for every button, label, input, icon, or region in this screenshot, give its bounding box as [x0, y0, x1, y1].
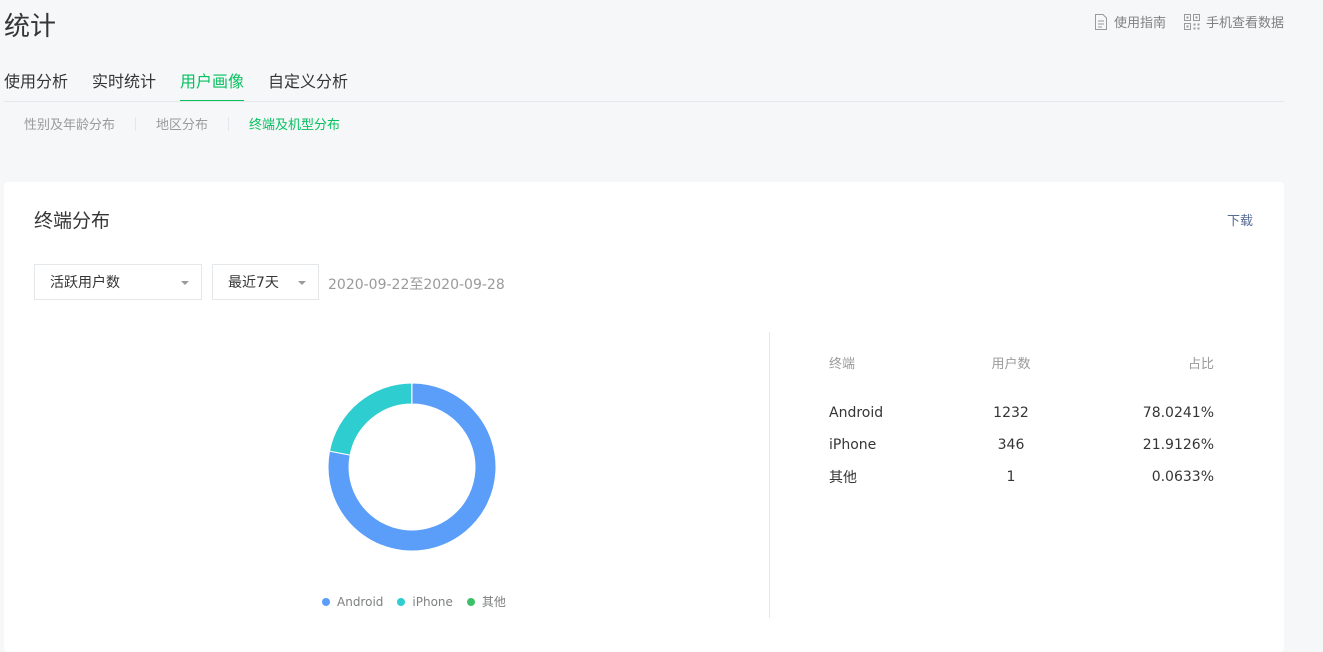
chevron-down-icon	[298, 281, 306, 285]
legend-dot	[467, 598, 475, 606]
cell-users: 346	[949, 429, 1073, 461]
terminal-table: 终端 用户数 占比 Android 1232 78.0241% iPhone 3…	[829, 352, 1214, 493]
header-users: 用户数	[949, 352, 1073, 397]
legend-dot	[397, 598, 405, 606]
table-row: 其他 1 0.0633%	[829, 461, 1214, 493]
slice-iphone[interactable]	[330, 383, 412, 455]
mobile-data-link-label: 手机查看数据	[1206, 12, 1284, 31]
guide-link-label: 使用指南	[1114, 12, 1166, 31]
document-icon	[1094, 14, 1108, 30]
guide-link[interactable]: 使用指南	[1094, 12, 1166, 31]
download-link[interactable]: 下载	[1227, 210, 1253, 229]
legend-item-android[interactable]: Android	[322, 595, 383, 609]
page-title: 统计	[4, 6, 56, 43]
legend-dot	[322, 598, 330, 606]
cell-ratio: 78.0241%	[1073, 397, 1214, 429]
cell-term: 其他	[829, 461, 949, 493]
tabs-divider	[4, 101, 1284, 102]
sub-tabs: 性别及年龄分布 地区分布 终端及机型分布	[4, 112, 360, 135]
tab-custom-analysis[interactable]: 自定义分析	[268, 68, 348, 102]
date-range: 2020-09-22至2020-09-28	[328, 274, 505, 294]
subtab-region[interactable]: 地区分布	[136, 112, 228, 135]
main-tabs: 使用分析 实时统计 用户画像 自定义分析	[4, 68, 348, 102]
subtab-gender-age[interactable]: 性别及年龄分布	[4, 112, 135, 135]
cell-term: Android	[829, 397, 949, 429]
chevron-down-icon	[181, 281, 189, 285]
period-select[interactable]: 最近7天	[212, 264, 319, 300]
cell-users: 1232	[949, 397, 1073, 429]
mobile-data-link[interactable]: 手机查看数据	[1184, 12, 1284, 31]
legend-item-iphone[interactable]: iPhone	[397, 595, 453, 609]
qrcode-icon	[1184, 14, 1200, 30]
cell-users: 1	[949, 461, 1073, 493]
tab-user-profile[interactable]: 用户画像	[180, 68, 244, 102]
terminal-donut-chart	[327, 382, 497, 552]
metric-select[interactable]: 活跃用户数	[34, 264, 202, 300]
section-divider	[769, 332, 770, 618]
legend-item-other[interactable]: 其他	[467, 593, 506, 610]
subtab-terminal-model[interactable]: 终端及机型分布	[229, 112, 360, 135]
cell-term: iPhone	[829, 429, 949, 461]
header-term: 终端	[829, 352, 949, 397]
metric-select-value: 活跃用户数	[50, 272, 120, 292]
card-title: 终端分布	[34, 206, 110, 233]
table-row: iPhone 346 21.9126%	[829, 429, 1214, 461]
tab-realtime-stats[interactable]: 实时统计	[92, 68, 156, 102]
legend-label: 其他	[482, 593, 506, 610]
terminal-distribution-card: 终端分布 下载 活跃用户数 最近7天 2020-09-22至2020-09-28…	[4, 182, 1284, 652]
table-row: Android 1232 78.0241%	[829, 397, 1214, 429]
legend-label: iPhone	[412, 595, 453, 609]
table-header-row: 终端 用户数 占比	[829, 352, 1214, 397]
cell-ratio: 21.9126%	[1073, 429, 1214, 461]
top-links: 使用指南 手机查看数据	[1094, 12, 1284, 31]
cell-ratio: 0.0633%	[1073, 461, 1214, 493]
header-ratio: 占比	[1073, 352, 1214, 397]
tab-usage-analysis[interactable]: 使用分析	[4, 68, 68, 102]
period-select-value: 最近7天	[228, 272, 279, 292]
legend-label: Android	[337, 595, 383, 609]
chart-legend: Android iPhone 其他	[322, 593, 506, 610]
